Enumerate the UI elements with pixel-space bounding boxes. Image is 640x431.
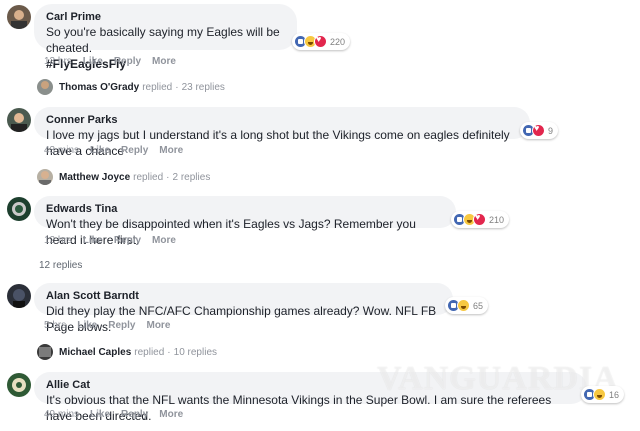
- avatar[interactable]: [7, 5, 31, 29]
- reaction-count: 9: [548, 125, 554, 136]
- reply-verb: replied: [134, 346, 165, 358]
- comment-actions: 43 mins Like Reply More: [44, 145, 183, 156]
- reply-author[interactable]: Matthew Joyce: [59, 172, 130, 183]
- comment-bubble: Alan Scott Barndt Did they play the NFC/…: [34, 283, 453, 334]
- haha-reaction-icon: [457, 299, 470, 312]
- comment-timestamp[interactable]: 13 hrs: [44, 56, 72, 67]
- reply-thread[interactable]: Thomas O'Grady replied · 23 replies: [37, 79, 225, 95]
- comment-author[interactable]: Alan Scott Barndt: [46, 289, 441, 303]
- comment-actions: 49 mins Like Reply More: [44, 409, 183, 420]
- like-link[interactable]: Like: [77, 320, 97, 331]
- reply-author[interactable]: Michael Caples: [59, 347, 131, 358]
- reply-link[interactable]: Reply: [121, 145, 148, 156]
- reply-link[interactable]: Reply: [114, 56, 141, 67]
- reactions-summary[interactable]: 65: [445, 297, 489, 314]
- comment-bubble: Carl Prime So you're basically saying my…: [34, 4, 297, 71]
- reaction-count: 220: [330, 36, 346, 47]
- reply-count[interactable]: 2 replies: [173, 172, 211, 183]
- comment-timestamp[interactable]: 49 mins: [44, 409, 79, 420]
- reactions-summary[interactable]: 210: [451, 211, 510, 228]
- avatar[interactable]: [7, 373, 31, 397]
- like-link[interactable]: Like: [83, 56, 103, 67]
- like-link[interactable]: Like: [83, 235, 103, 246]
- comment-timestamp[interactable]: 43 mins: [44, 145, 79, 156]
- avatar[interactable]: [7, 197, 31, 221]
- like-link[interactable]: Like: [90, 409, 110, 420]
- reactions-summary[interactable]: 16: [581, 386, 625, 403]
- avatar: [37, 79, 53, 95]
- avatar: [37, 169, 53, 185]
- comment-author[interactable]: Edwards Tina: [46, 202, 444, 216]
- reaction-count: 16: [609, 389, 620, 400]
- more-link[interactable]: More: [159, 409, 183, 420]
- reply-verb: replied: [133, 171, 164, 183]
- reaction-count: 65: [473, 300, 484, 311]
- haha-reaction-icon: [593, 388, 606, 401]
- love-reaction-icon: [314, 34, 327, 48]
- reply-author[interactable]: Thomas O'Grady: [59, 82, 139, 93]
- separator: ·: [166, 171, 170, 183]
- reply-link[interactable]: Reply: [121, 409, 148, 420]
- reaction-count: 210: [489, 214, 505, 225]
- comment-bubble: Edwards Tina Won't they be disappointed …: [34, 196, 456, 247]
- avatar[interactable]: [7, 108, 31, 132]
- comment-bubble: Conner Parks I love my jags but I unders…: [34, 107, 530, 158]
- more-link[interactable]: More: [152, 56, 176, 67]
- avatar[interactable]: [7, 284, 31, 308]
- reply-verb: replied: [142, 81, 173, 93]
- reply-thread[interactable]: Michael Caples replied · 10 replies: [37, 344, 217, 360]
- separator: ·: [175, 81, 179, 93]
- reactions-summary[interactable]: 220: [292, 33, 351, 50]
- love-reaction-icon: [532, 123, 545, 137]
- more-link[interactable]: More: [159, 145, 183, 156]
- separator: ·: [167, 346, 171, 358]
- comment-timestamp[interactable]: 12 hrs: [44, 235, 72, 246]
- reactions-summary[interactable]: 9: [520, 122, 559, 139]
- reply-thread[interactable]: Matthew Joyce replied · 2 replies: [37, 169, 210, 185]
- like-link[interactable]: Like: [90, 145, 110, 156]
- comment-author[interactable]: Conner Parks: [46, 113, 518, 127]
- view-replies-link[interactable]: 12 replies: [39, 260, 82, 271]
- reply-count[interactable]: 23 replies: [182, 82, 225, 93]
- comment-text: So you're basically saying my Eagles wil…: [46, 25, 280, 55]
- avatar: [37, 344, 53, 360]
- comment-actions: 13 hrs Like Reply More: [44, 56, 176, 67]
- comment-actions: 5 hrs Like Reply More: [44, 320, 170, 331]
- comment-timestamp[interactable]: 5 hrs: [44, 320, 66, 331]
- reply-link[interactable]: Reply: [108, 320, 135, 331]
- reply-count[interactable]: 10 replies: [174, 347, 217, 358]
- more-link[interactable]: More: [152, 235, 176, 246]
- comment-author[interactable]: Carl Prime: [46, 10, 285, 24]
- love-reaction-icon: [473, 212, 486, 226]
- more-link[interactable]: More: [146, 320, 170, 331]
- comment-actions: 12 hrs Like Reply More: [44, 235, 176, 246]
- reply-link[interactable]: Reply: [114, 235, 141, 246]
